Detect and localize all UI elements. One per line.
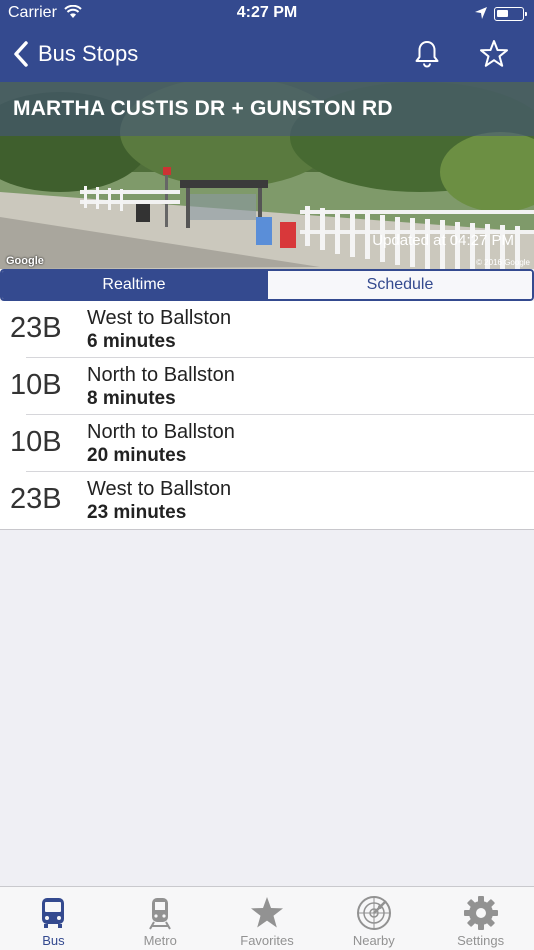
- tab-label: Nearby: [352, 933, 395, 948]
- bell-icon[interactable]: [412, 39, 442, 69]
- route-number: 23B: [10, 312, 62, 344]
- google-logo: Google: [6, 255, 44, 267]
- segment-realtime[interactable]: Realtime: [2, 271, 266, 299]
- route-number: 23B: [10, 483, 62, 515]
- tab-metro[interactable]: Metro: [107, 887, 214, 950]
- tab-settings[interactable]: Settings: [427, 887, 534, 950]
- stop-title: MARTHA CUSTIS DR + GUNSTON RD: [0, 82, 534, 136]
- route-direction: North to Ballston: [87, 421, 235, 443]
- segmented-control: Realtime Schedule: [0, 269, 534, 301]
- tab-label: Bus: [42, 933, 65, 948]
- arrival-row[interactable]: 10B North to Ballston 20 minutes: [0, 415, 534, 472]
- street-view-image[interactable]: MARTHA CUSTIS DR + GUNSTON RD Updated at…: [0, 82, 534, 269]
- route-direction: West to Ballston: [87, 307, 232, 329]
- bus-icon: [42, 898, 65, 928]
- train-icon: [149, 898, 172, 930]
- chevron-left-icon: [14, 41, 28, 67]
- route-direction: North to Ballston: [87, 364, 235, 386]
- tab-label: Settings: [457, 933, 505, 948]
- back-button[interactable]: Bus Stops: [12, 38, 138, 70]
- radar-icon: [356, 896, 391, 930]
- status-time: 4:27 PM: [236, 4, 298, 21]
- header: Carrier 4:27 PM Bus Stops: [0, 0, 534, 82]
- location-arrow-icon: [475, 7, 487, 19]
- arrival-row[interactable]: 23B West to Ballston 23 minutes: [0, 472, 534, 529]
- tab-bar: Bus Metro Favorites Nearby Settings: [0, 886, 534, 950]
- arrival-row[interactable]: 10B North to Ballston 8 minutes: [0, 358, 534, 415]
- arrival-row[interactable]: 23B West to Ballston 6 minutes: [0, 301, 534, 358]
- arrival-eta: 20 minutes: [87, 445, 187, 466]
- map-copyright: © 2016 Google: [476, 258, 530, 267]
- star-outline-icon[interactable]: [478, 38, 510, 70]
- tab-label: Metro: [143, 933, 177, 948]
- battery-icon: [494, 7, 527, 21]
- route-number: 10B: [10, 369, 62, 401]
- tab-favorites[interactable]: Favorites: [214, 887, 321, 950]
- tab-label: Favorites: [240, 933, 294, 948]
- gear-icon: [463, 896, 498, 930]
- route-direction: West to Ballston: [87, 478, 232, 500]
- arrival-eta: 6 minutes: [87, 331, 176, 352]
- arrival-eta: 8 minutes: [87, 388, 176, 409]
- star-icon: [250, 897, 283, 928]
- arrival-eta: 23 minutes: [87, 502, 187, 523]
- status-bar: Carrier 4:27 PM: [0, 0, 534, 28]
- nav-bar: Bus Stops: [0, 28, 534, 82]
- tab-bus[interactable]: Bus: [0, 887, 107, 950]
- updated-timestamp: Updated at 04:27 PM: [372, 232, 514, 249]
- segment-schedule[interactable]: Schedule: [266, 271, 532, 299]
- arrivals-list: 23B West to Ballston 6 minutes 10B North…: [0, 301, 534, 530]
- tab-nearby[interactable]: Nearby: [320, 887, 427, 950]
- back-label: Bus Stops: [38, 41, 139, 66]
- route-number: 10B: [10, 426, 62, 458]
